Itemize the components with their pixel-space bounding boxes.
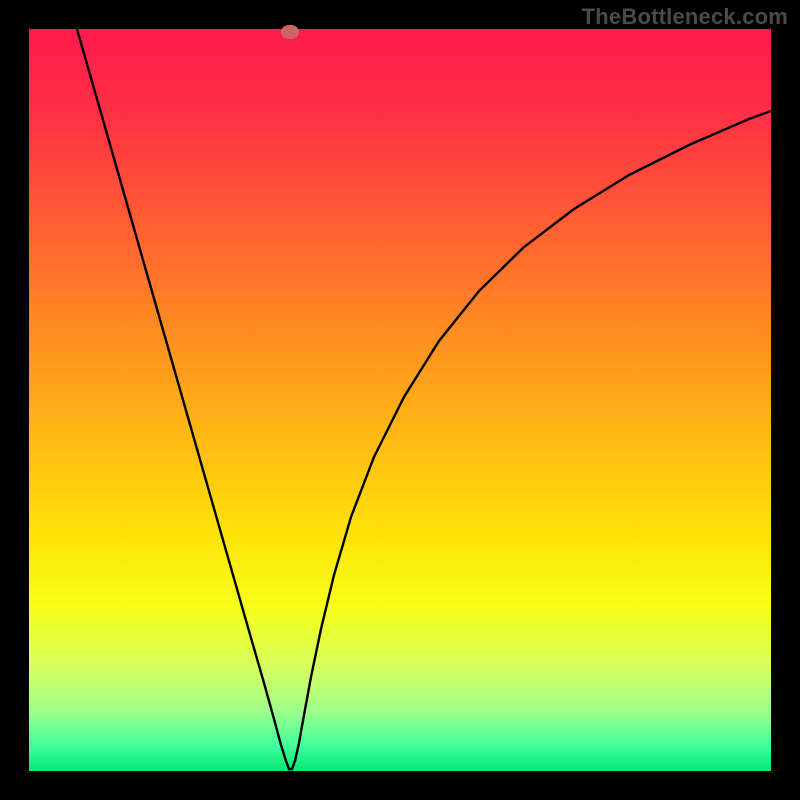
optimum-marker [281,25,299,39]
chart-svg [29,29,771,771]
plot-area [29,29,771,771]
watermark-text: TheBottleneck.com [582,4,788,30]
gradient-background [29,29,771,771]
chart-stage: TheBottleneck.com [0,0,800,800]
